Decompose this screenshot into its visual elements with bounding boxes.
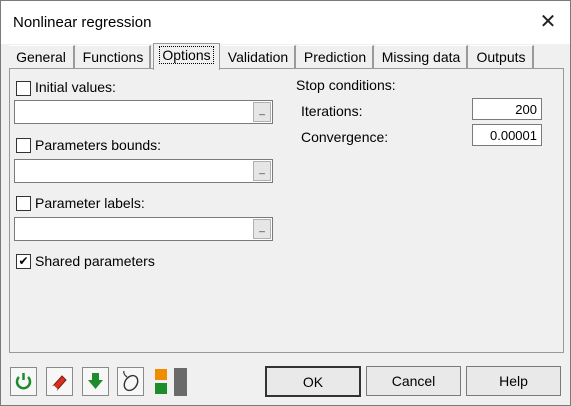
tab-strip: General Functions Options Validation Pre… xyxy=(9,43,569,70)
download-button[interactable] xyxy=(82,367,109,396)
iterations-input[interactable]: 200 xyxy=(472,98,542,120)
convergence-input[interactable]: 0.00001 xyxy=(472,124,542,146)
tab-prediction[interactable]: Prediction xyxy=(298,45,374,69)
cancel-button[interactable]: Cancel xyxy=(366,366,461,396)
initial-values-label: Initial values: xyxy=(35,79,116,95)
mouse-icon xyxy=(123,370,139,392)
parameter-labels-picker-button[interactable]: _ xyxy=(253,219,271,239)
close-button[interactable]: ✕ xyxy=(536,11,560,35)
parameter-labels-checkbox[interactable] xyxy=(16,196,31,211)
mouse-button[interactable] xyxy=(117,367,144,396)
reset-icon xyxy=(15,373,32,390)
tab-general[interactable]: General xyxy=(9,45,75,69)
help-button[interactable]: Help xyxy=(466,366,561,396)
window-title: Nonlinear regression xyxy=(13,14,152,31)
ok-button[interactable]: OK xyxy=(265,366,361,397)
initial-values-field[interactable]: _ xyxy=(14,100,273,124)
iterations-label: Iterations: xyxy=(301,103,363,119)
layout-toggle-button[interactable] xyxy=(153,367,191,396)
reset-button[interactable] xyxy=(10,367,37,396)
convergence-label: Convergence: xyxy=(301,129,389,145)
clear-button[interactable] xyxy=(46,367,73,396)
parameters-bounds-checkbox[interactable] xyxy=(16,138,31,153)
title-bar: Nonlinear regression ✕ xyxy=(1,1,570,44)
dialog-window: Nonlinear regression ✕ General Functions… xyxy=(0,0,571,406)
parameters-bounds-picker-button[interactable]: _ xyxy=(253,161,271,181)
layout-toggle-icon xyxy=(155,368,187,396)
parameter-labels-label: Parameter labels: xyxy=(35,195,145,211)
stop-conditions-heading: Stop conditions: xyxy=(296,77,396,93)
bottom-bar: OK Cancel Help xyxy=(1,356,570,405)
download-arrow-icon xyxy=(88,373,103,389)
parameters-bounds-label: Parameters bounds: xyxy=(35,137,162,153)
tab-outputs[interactable]: Outputs xyxy=(470,45,534,69)
initial-values-picker-button[interactable]: _ xyxy=(253,102,271,122)
shared-parameters-checkbox[interactable]: ✔ xyxy=(16,254,31,269)
options-panel: Initial values: _ Parameters bounds: _ P… xyxy=(9,68,564,353)
tab-options[interactable]: Options xyxy=(153,43,220,70)
shared-parameters-label: Shared parameters xyxy=(35,253,155,269)
parameter-labels-field[interactable]: _ xyxy=(14,217,273,241)
tab-validation[interactable]: Validation xyxy=(222,45,296,69)
initial-values-checkbox[interactable] xyxy=(16,81,31,96)
tab-missing-data[interactable]: Missing data xyxy=(376,45,468,69)
eraser-icon xyxy=(52,375,67,391)
parameters-bounds-field[interactable]: _ xyxy=(14,159,273,183)
tab-functions[interactable]: Functions xyxy=(77,45,151,69)
